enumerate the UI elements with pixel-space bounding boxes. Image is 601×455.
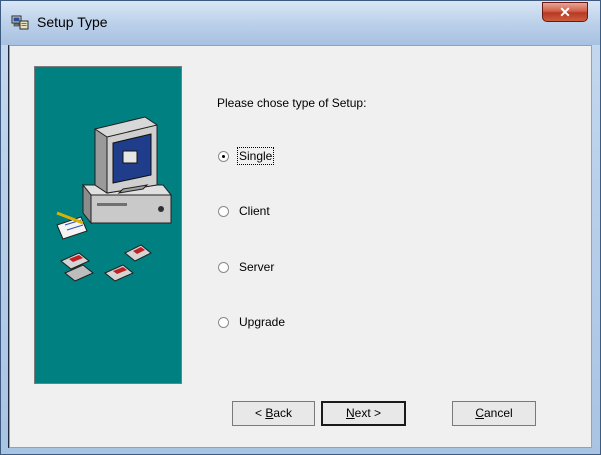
radio-upgrade[interactable] <box>218 317 229 328</box>
cancel-label: ancel <box>483 406 513 420</box>
label-server[interactable]: Server <box>239 260 274 274</box>
radio-client[interactable] <box>218 206 229 217</box>
radio-single[interactable] <box>218 151 229 162</box>
next-label: ext > <box>354 406 382 420</box>
label-client[interactable]: Client <box>239 204 270 218</box>
back-prefix: < <box>254 406 266 420</box>
window-title: Setup Type <box>37 14 108 30</box>
setup-prompt: Please chose type of Setup: <box>217 96 367 110</box>
title-bar[interactable]: Setup Type ✕ <box>1 1 600 45</box>
label-upgrade[interactable]: Upgrade <box>239 315 285 329</box>
close-button[interactable]: ✕ <box>542 2 588 22</box>
side-panel <box>34 66 182 384</box>
setup-app-icon <box>11 15 29 30</box>
cancel-mnemonic: C <box>475 406 484 420</box>
next-button[interactable]: Next > <box>321 401 406 426</box>
close-icon: ✕ <box>559 4 571 20</box>
back-label: ack <box>273 406 293 420</box>
label-single[interactable]: Single <box>236 147 275 165</box>
computer-illustration <box>56 116 173 282</box>
radio-server[interactable] <box>218 262 229 273</box>
setup-window: Setup Type ✕ Please chose type of Setup:… <box>0 0 601 455</box>
cancel-button[interactable]: Cancel <box>452 401 536 426</box>
back-button[interactable]: < Back <box>232 401 315 426</box>
next-mnemonic: N <box>345 406 355 420</box>
